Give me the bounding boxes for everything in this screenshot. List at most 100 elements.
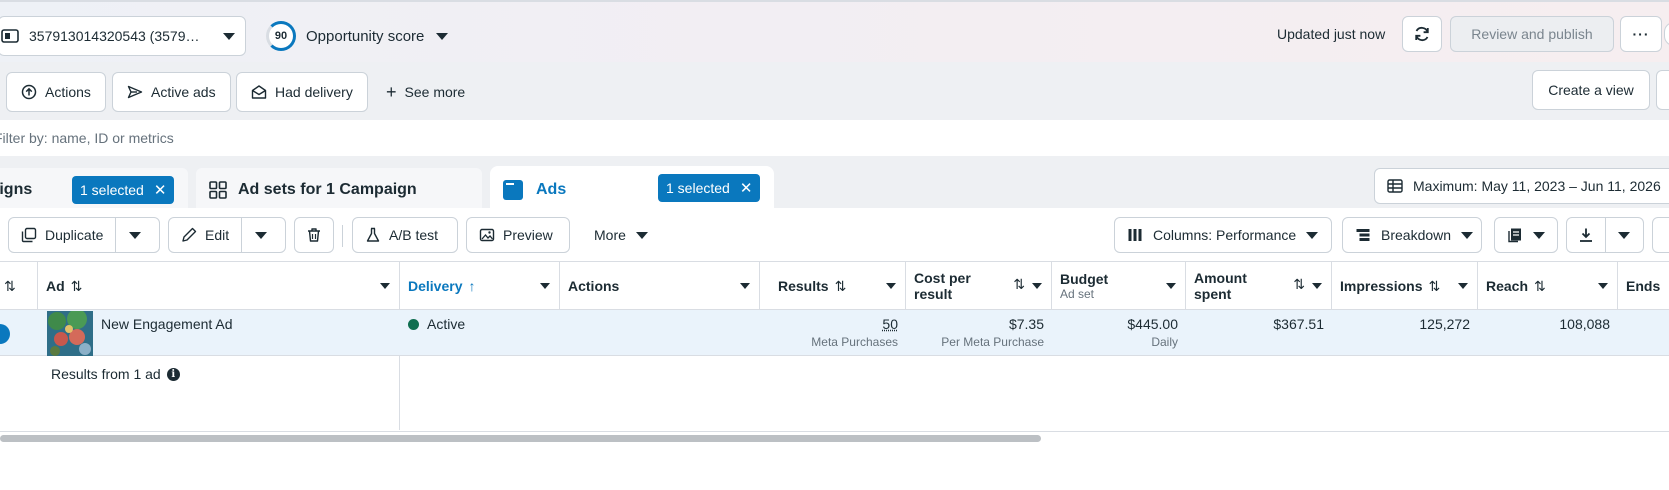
preview-button[interactable]: Preview [466,217,570,253]
account-selector[interactable]: 357913014320543 (3579… [0,16,246,56]
more-actions-button[interactable]: More [584,217,658,253]
table-row[interactable]: New Engagement Ad Active 50 Meta Purchas… [0,310,1669,356]
search-bar [0,120,1669,156]
close-icon[interactable]: ✕ [740,179,753,197]
image-icon [479,228,495,242]
export-button[interactable] [1567,218,1605,252]
reach-cell: 108,088 [1559,316,1610,332]
table-bottom-border [0,431,1669,432]
chevron-down-icon[interactable] [1032,283,1042,289]
cost-per-result-sublabel: Per Meta Purchase [941,335,1044,349]
sort-icon: ⇅ [1293,276,1305,292]
filter-chip-had-delivery[interactable]: Had delivery [236,72,368,112]
export-dropdown[interactable] [1605,218,1643,252]
collapse-button[interactable] [1656,70,1669,110]
results-cell: 50 Meta Purchases [760,310,906,356]
column-header-label: Ad [46,278,65,294]
column-header-budget[interactable]: Budget Ad set [1052,262,1186,310]
create-view-button[interactable]: Create a view [1532,70,1650,110]
delete-button[interactable] [294,217,334,253]
selected-count: 1 selected [80,182,144,198]
ad-account-icon [0,25,21,47]
columns-button[interactable]: Columns: Performance [1114,217,1332,253]
column-header-label: result [914,286,953,302]
chevron-down-icon[interactable] [1598,283,1608,289]
ad-thumbnail[interactable] [47,310,93,356]
filter-chip-actions[interactable]: Actions [6,72,106,112]
sort-ascending-icon: ↑ [468,278,476,294]
refresh-button[interactable] [1402,16,1442,52]
help-button[interactable] [1664,22,1669,46]
review-and-publish-button[interactable]: Review and publish [1450,16,1614,52]
overflow-button[interactable] [1652,217,1669,253]
results-sublabel: Meta Purchases [811,335,898,349]
chevron-down-icon [635,231,648,239]
column-header-ad[interactable]: Ad ⇅ [38,262,400,310]
toggle-icon[interactable] [0,324,10,344]
pencil-icon [182,227,197,242]
see-more-button[interactable]: + See more [386,72,465,112]
ad-name-link[interactable]: New Engagement Ad [101,310,391,356]
column-header-reach[interactable]: Reach ⇅ [1478,262,1618,310]
column-header-label: Impressions [1340,278,1423,294]
info-icon[interactable]: i [166,367,180,381]
updated-status: Updated just now [1277,26,1386,42]
column-header-delivery[interactable]: Delivery ↑ [400,262,560,310]
filter-bar: Actions Active ads Had delivery + See mo… [0,62,1669,120]
column-header-status[interactable]: ⇅ [0,262,38,310]
chevron-down-icon[interactable] [380,283,390,289]
results-summary-label: Results from 1 ad [51,366,161,382]
column-header-label: spent [1194,286,1232,302]
chevron-down-icon [1461,231,1474,239]
search-input[interactable] [0,130,594,146]
column-header-impressions[interactable]: Impressions ⇅ [1332,262,1478,310]
chevron-down-icon[interactable] [540,283,550,289]
date-range-picker[interactable]: Maximum: May 11, 2023 – Jun 11, 2026 [1374,168,1669,204]
column-header-ends[interactable]: Ends [1618,262,1669,310]
top-bar: 357913014320543 (3579… 90 Opportunity sc… [0,0,1669,62]
close-icon[interactable]: ✕ [154,181,167,199]
opportunity-score-button[interactable]: 90 Opportunity score [266,18,449,54]
sort-icon: ⇅ [4,277,16,294]
ads-selected-pill[interactable]: 1 selected ✕ [658,174,761,202]
duplicate-button[interactable]: Duplicate [9,218,115,252]
account-label: 357913014320543 (3579… [29,28,200,44]
chevron-down-icon[interactable] [1312,283,1322,289]
chevron-down-icon[interactable] [1458,283,1468,289]
chevron-down-icon[interactable] [740,283,750,289]
ab-test-button[interactable]: A/B test [352,217,458,253]
more-label: More [594,227,626,243]
sort-icon: ⇅ [1013,276,1025,292]
send-icon [127,85,143,99]
edit-dropdown[interactable] [242,218,280,252]
opportunity-score-gauge: 90 [266,21,296,51]
column-header-cost-per-result[interactable]: Cost per result ⇅ [906,262,1052,310]
row-toggle[interactable] [0,310,10,356]
chevron-down-icon[interactable] [886,283,896,289]
reports-button[interactable] [1494,217,1558,253]
tab-campaigns[interactable]: Campaigns 1 selected ✕ [0,168,188,212]
ad-icon [503,180,523,200]
tab-ad-sets[interactable]: Ad sets for 1 Campaign [196,168,482,212]
breakdown-button[interactable]: Breakdown [1342,217,1482,253]
column-header-actions[interactable]: Actions [560,262,760,310]
edit-button[interactable]: Edit [169,218,241,252]
trash-icon [308,228,320,242]
campaigns-selected-pill[interactable]: 1 selected ✕ [72,176,175,204]
cost-per-result-cell: $7.35 Per Meta Purchase [906,310,1052,356]
columns-label: Columns: Performance [1153,227,1297,243]
filter-chip-active-ads[interactable]: Active ads [112,72,231,112]
tab-ads[interactable]: Ads 1 selected ✕ [490,166,774,214]
results-summary: Results from 1 ad i [51,366,180,382]
column-header-amount-spent[interactable]: Amount spent ⇅ [1186,262,1332,310]
column-header-sublabel: Ad set [1060,287,1095,301]
horizontal-scrollbar[interactable] [0,435,1041,442]
column-header-results[interactable]: Results ⇅ [760,262,906,310]
chevron-down-icon[interactable] [1166,283,1176,289]
results-value[interactable]: 50 [882,316,898,332]
sort-icon: ⇅ [1534,277,1546,294]
duplicate-dropdown[interactable] [116,218,154,252]
more-options-button[interactable]: ··· [1620,16,1662,52]
opportunity-score-label: Opportunity score [306,27,425,45]
flask-icon [366,227,380,242]
